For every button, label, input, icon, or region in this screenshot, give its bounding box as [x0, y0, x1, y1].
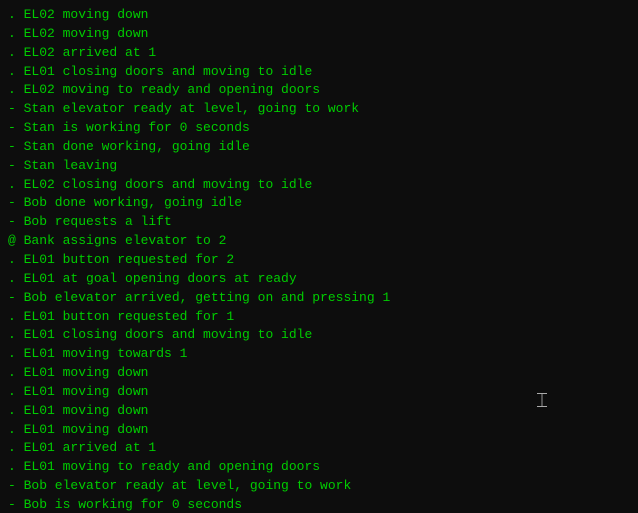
- terminal-line: . EL02 closing doors and moving to idle: [8, 176, 630, 195]
- terminal-line: - Bob requests a lift: [8, 213, 630, 232]
- terminal-line: - Bob elevator ready at level, going to …: [8, 477, 630, 496]
- terminal-line: - Bob elevator arrived, getting on and p…: [8, 289, 630, 308]
- terminal-line: . EL02 moving to ready and opening doors: [8, 81, 630, 100]
- terminal-line: . EL01 button requested for 2: [8, 251, 630, 270]
- terminal-line: - Bob done working, going idle: [8, 194, 630, 213]
- terminal-line: . EL01 moving to ready and opening doors: [8, 458, 630, 477]
- terminal-line: . EL01 moving towards 1: [8, 345, 630, 364]
- terminal-line: - Stan leaving: [8, 157, 630, 176]
- terminal-line: . EL02 moving down: [8, 6, 630, 25]
- terminal-line: . EL02 moving down: [8, 25, 630, 44]
- terminal-line: - Stan is working for 0 seconds: [8, 119, 630, 138]
- terminal-line: . EL01 button requested for 1: [8, 308, 630, 327]
- text-cursor-icon: ⌶: [536, 390, 548, 413]
- terminal-line: . EL01 arrived at 1: [8, 439, 630, 458]
- terminal-line: @ Bank assigns elevator to 2: [8, 232, 630, 251]
- terminal: . EL02 moving down. EL02 moving down. EL…: [0, 0, 638, 513]
- terminal-line: . EL01 at goal opening doors at ready: [8, 270, 630, 289]
- terminal-line: - Bob is working for 0 seconds: [8, 496, 630, 513]
- terminal-line: - Stan elevator ready at level, going to…: [8, 100, 630, 119]
- terminal-line: . EL01 closing doors and moving to idle: [8, 63, 630, 82]
- terminal-line: . EL01 moving down: [8, 364, 630, 383]
- terminal-output: . EL02 moving down. EL02 moving down. EL…: [8, 6, 630, 513]
- terminal-line: . EL01 moving down: [8, 421, 630, 440]
- terminal-line: - Stan done working, going idle: [8, 138, 630, 157]
- terminal-line: . EL02 arrived at 1: [8, 44, 630, 63]
- terminal-line: . EL01 closing doors and moving to idle: [8, 326, 630, 345]
